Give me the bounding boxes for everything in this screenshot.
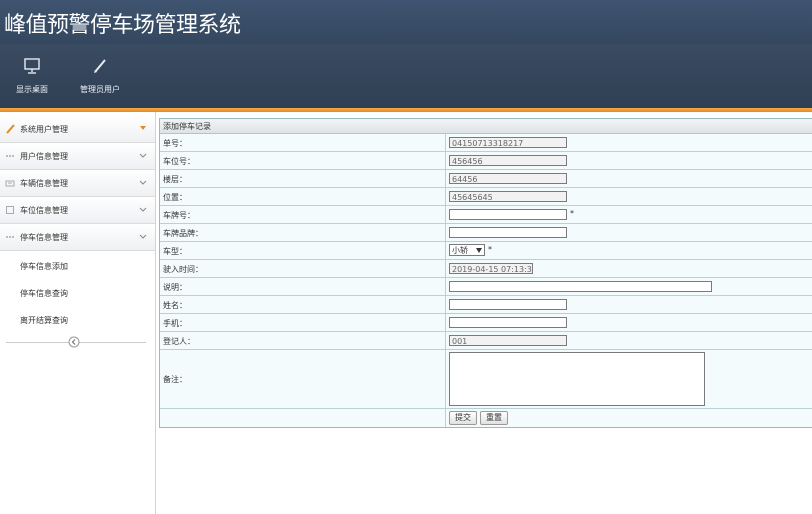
chevron-down-icon bbox=[139, 180, 147, 185]
car-type-select[interactable]: 小轿 bbox=[449, 244, 485, 256]
field-label: 车牌号： bbox=[163, 211, 195, 220]
form-row: 说明： bbox=[160, 278, 812, 296]
app-header: 峰值预警停车场管理系统 bbox=[0, 0, 812, 44]
sidebar-item-user-info[interactable]: 用户信息管理 bbox=[0, 143, 155, 170]
form-row: 登记人： 001 bbox=[160, 332, 812, 350]
form-row: 手机： bbox=[160, 314, 812, 332]
sidebar-subitem-label: 停车信息查询 bbox=[20, 289, 68, 298]
form-row: 车牌号： * bbox=[160, 206, 812, 224]
app-title: 峰值预警停车场管理系统 bbox=[4, 13, 241, 38]
form-title: 添加停车记录 bbox=[163, 122, 211, 131]
form-row: 车位号： 456456 bbox=[160, 152, 812, 170]
sidebar-item-label: 用户信息管理 bbox=[20, 152, 68, 161]
form-row: 备注： bbox=[160, 350, 812, 409]
form-button-row: 提交 重置 bbox=[160, 409, 812, 427]
dots-icon bbox=[6, 155, 14, 157]
add-parking-form: 添加停车记录 单号： 04150713318217 车位号： 456456 楼层… bbox=[159, 118, 812, 428]
toolbar: 显示桌面 管理员用户 bbox=[0, 44, 812, 108]
form-row: 驶入时间： 2019-04-15 07:13:3 bbox=[160, 260, 812, 278]
form-row: 车牌品牌： bbox=[160, 224, 812, 242]
remark-textarea[interactable] bbox=[449, 352, 705, 406]
field-label: 备注： bbox=[163, 375, 187, 384]
pencil-icon bbox=[6, 124, 15, 134]
description-input[interactable] bbox=[449, 281, 712, 292]
field-label: 登记人： bbox=[163, 337, 195, 346]
admin-user-button[interactable]: 管理员用户 bbox=[70, 56, 130, 95]
sidebar-item-label: 停车信息管理 bbox=[20, 233, 68, 242]
sidebar-subitem-add-parking[interactable]: 停车信息添加 bbox=[0, 252, 155, 278]
show-desktop-label: 显示桌面 bbox=[16, 85, 48, 94]
order-no-input[interactable]: 04150713318217 bbox=[449, 137, 567, 148]
collapse-icon[interactable] bbox=[68, 336, 80, 348]
sidebar-item-label: 车位信息管理 bbox=[20, 206, 68, 215]
form-row: 姓名： bbox=[160, 296, 812, 314]
field-label: 驶入时间： bbox=[163, 265, 203, 274]
box-icon bbox=[6, 206, 14, 214]
chevron-down-icon bbox=[139, 207, 147, 212]
field-label: 车型： bbox=[163, 247, 187, 256]
field-label: 位置： bbox=[163, 193, 187, 202]
field-label: 车牌品牌： bbox=[163, 229, 203, 238]
sidebar-subitem-checkout-query[interactable]: 离开结算查询 bbox=[0, 306, 155, 332]
sidebar-item-space-info[interactable]: 车位信息管理 bbox=[0, 197, 155, 224]
show-desktop-button[interactable]: 显示桌面 bbox=[2, 56, 62, 95]
required-mark: * bbox=[488, 245, 492, 254]
dropdown-arrow-icon bbox=[476, 248, 482, 253]
form-row: 位置： 45645645 bbox=[160, 188, 812, 206]
plate-input[interactable] bbox=[449, 209, 567, 220]
phone-input[interactable] bbox=[449, 317, 567, 328]
monitor-icon bbox=[24, 58, 40, 74]
form-row: 单号： 04150713318217 bbox=[160, 134, 812, 152]
required-mark: * bbox=[570, 209, 574, 218]
sidebar-subitem-label: 离开结算查询 bbox=[20, 316, 68, 325]
field-label: 姓名： bbox=[163, 301, 187, 310]
sidebar-item-vehicle-info[interactable]: 车辆信息管理 bbox=[0, 170, 155, 197]
brand-input[interactable] bbox=[449, 227, 567, 238]
admin-user-label: 管理员用户 bbox=[80, 85, 120, 94]
sidebar-subitem-label: 停车信息添加 bbox=[20, 262, 68, 271]
chevron-down-icon bbox=[139, 234, 147, 239]
floor-input[interactable]: 64456 bbox=[449, 173, 567, 184]
chevron-down-icon bbox=[139, 153, 147, 158]
field-label: 车位号： bbox=[163, 157, 195, 166]
form-row: 楼层： 64456 bbox=[160, 170, 812, 188]
name-input[interactable] bbox=[449, 299, 567, 310]
pencil-icon bbox=[94, 59, 106, 73]
sidebar-item-label: 车辆信息管理 bbox=[20, 179, 68, 188]
sidebar: 系统用户管理 用户信息管理 车辆信息管理 车位信息管理 停车信息管理 停车信息添… bbox=[0, 112, 156, 514]
dots-icon bbox=[6, 236, 14, 238]
field-label: 楼层： bbox=[163, 175, 187, 184]
vehicle-icon bbox=[5, 180, 15, 187]
submit-button[interactable]: 提交 bbox=[449, 411, 477, 425]
car-type-value: 小轿 bbox=[452, 246, 468, 255]
sidebar-item-parking-info[interactable]: 停车信息管理 bbox=[0, 224, 155, 251]
field-label: 说明： bbox=[163, 283, 187, 292]
chevron-down-icon bbox=[140, 126, 146, 130]
sidebar-item-label: 系统用户管理 bbox=[20, 125, 68, 134]
sidebar-subitem-query-parking[interactable]: 停车信息查询 bbox=[0, 279, 155, 305]
space-no-input[interactable]: 456456 bbox=[449, 155, 567, 166]
field-label: 手机： bbox=[163, 319, 187, 328]
registrar-input[interactable]: 001 bbox=[449, 335, 567, 346]
position-input[interactable]: 45645645 bbox=[449, 191, 567, 202]
field-label: 单号： bbox=[163, 139, 187, 148]
reset-button[interactable]: 重置 bbox=[480, 411, 508, 425]
form-row: 车型： 小轿 * bbox=[160, 242, 812, 260]
form-title-bar: 添加停车记录 bbox=[160, 119, 812, 134]
sidebar-item-system-users[interactable]: 系统用户管理 bbox=[0, 116, 155, 143]
entry-time-input[interactable]: 2019-04-15 07:13:3 bbox=[449, 263, 533, 274]
